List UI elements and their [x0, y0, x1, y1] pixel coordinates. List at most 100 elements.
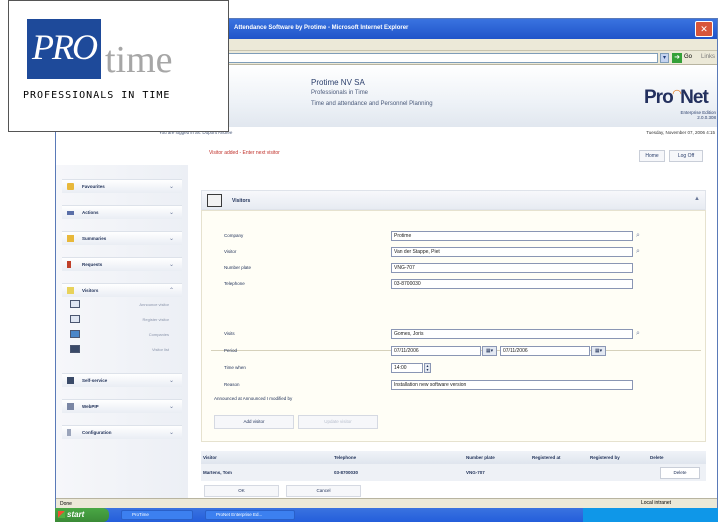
sidebar-item-label: Visitors	[82, 288, 99, 293]
sidebar-subitem-visitor-list[interactable]: Visitor list	[66, 344, 182, 355]
pronet-logo-net: Net	[680, 87, 709, 108]
time-stepper-icon[interactable]: ▲ ▼	[424, 363, 431, 373]
plate-label: Number plate	[224, 265, 252, 270]
chevron-down-icon: ⌄	[168, 430, 174, 436]
company-name: Protime NV SA	[311, 78, 365, 87]
sidebar-item-label: Configuration	[82, 430, 112, 435]
register-visitor-icon	[70, 315, 80, 323]
period-from-field[interactable]: 07/11/2006	[391, 346, 481, 356]
period-to-field[interactable]: 07/11/2006	[500, 346, 590, 356]
sidebar-subitem-companies[interactable]: Companies	[66, 329, 182, 340]
cell-plate: VNG-707	[466, 470, 485, 475]
chevron-down-icon: ⌄	[168, 210, 174, 216]
taskbar-item-pronet[interactable]: ProNet Enterprise Ed...	[205, 510, 295, 520]
address-dropdown-icon[interactable]: ▾	[660, 53, 669, 63]
chevron-down-icon: ⌄	[168, 404, 174, 410]
visitors-panel-body	[201, 210, 706, 442]
add-visitor-button[interactable]: Add visitor	[214, 415, 294, 429]
search-icon[interactable]: ⌕	[636, 329, 645, 338]
sidebar-item-favourites[interactable]: Favourites ⌄	[62, 179, 182, 193]
column-header-visitor: Visitor	[203, 455, 217, 460]
ok-button[interactable]: OK	[204, 485, 279, 497]
pronet-logo: Pro◠Net	[644, 87, 709, 109]
calendar-icon[interactable]: ▦▾	[482, 346, 497, 356]
go-arrow-icon[interactable]: ➜	[672, 53, 682, 63]
address-input[interactable]	[228, 53, 658, 63]
cell-telephone: 03-8700030	[334, 470, 359, 475]
time-field[interactable]: 14:00	[391, 363, 423, 373]
telephone-field[interactable]: 03-8700030	[391, 279, 633, 289]
sidebar-item-requests[interactable]: Requests ⌄	[62, 257, 182, 271]
visitor-grid-header: Visitor Telephone Number plate Registere…	[201, 451, 706, 464]
table-row[interactable]: Martens, Tom 03-8700030 VNG-707	[201, 464, 706, 481]
chevron-down-icon: ⌄	[168, 378, 174, 384]
sidebar-subitem-label: Announce visitor	[139, 302, 169, 307]
pronet-logo-pro: Pro	[644, 87, 674, 108]
links-button[interactable]: Links	[701, 54, 715, 60]
update-visitor-button[interactable]: Update visitor	[298, 415, 378, 429]
sidebar-item-configuration[interactable]: Configuration ⌄	[62, 425, 182, 439]
period-label: Period	[224, 348, 238, 353]
delete-row-button[interactable]: Delete	[660, 467, 700, 479]
sidebar-subitem-register[interactable]: Register visitor	[66, 314, 182, 325]
sidebar-item-summaries[interactable]: Summaries ⌄	[62, 231, 182, 245]
reason-label: Reason	[224, 382, 240, 387]
sidebar-item-label: Favourites	[82, 184, 105, 189]
chevron-down-icon: ⌄	[168, 262, 174, 268]
logoff-button[interactable]: Log Off	[669, 150, 703, 162]
chevron-down-icon: ⌄	[168, 236, 174, 242]
taskbar-item-protime[interactable]: ProTime	[121, 510, 193, 520]
sidebar-subitem-announce[interactable]: Announce visitor	[66, 299, 182, 310]
arrow-icon	[67, 211, 74, 215]
cancel-button[interactable]: Cancel	[286, 485, 361, 497]
visits-field[interactable]: Gomes, Joris	[391, 329, 633, 339]
visitor-list-icon	[70, 345, 80, 353]
visits-label: Visits	[224, 331, 235, 336]
sidebar-item-visitors[interactable]: Visitors ⌃	[62, 283, 182, 297]
time-label: Time when	[224, 365, 246, 370]
start-label: start	[67, 510, 85, 519]
windows-taskbar: start ProTime ProNet Enterprise Ed...	[55, 508, 718, 522]
edition-version: 2.0.0.308	[697, 115, 716, 120]
column-header-registered-by: Registered by	[590, 455, 620, 460]
security-zone: Local intranet	[641, 500, 672, 506]
protime-logo: PRO time PROFESSIONALS IN TIME	[8, 0, 229, 132]
collapse-icon[interactable]: ▲	[694, 196, 700, 202]
close-icon[interactable]: ✕	[695, 21, 713, 37]
logo-tagline: PROFESSIONALS IN TIME	[23, 90, 171, 101]
column-header-delete: Delete	[650, 455, 664, 460]
plate-field[interactable]: VNG-707	[391, 263, 633, 273]
edition-info: Enterprise Edition 2.0.0.308	[658, 110, 716, 120]
telephone-label: Telephone	[224, 281, 245, 286]
company-subtitle: Time and attendance and Personnel Planni…	[311, 101, 433, 107]
sidebar-item-actions[interactable]: Actions ⌄	[62, 205, 182, 219]
visitors-panel-header: Visitors ▲	[201, 190, 706, 210]
logo-pro-text: PRO	[32, 27, 98, 67]
company-field[interactable]: Protime	[391, 231, 633, 241]
visitor-label: Visitor	[224, 249, 237, 254]
reason-field[interactable]: Installation new software version	[391, 380, 633, 390]
webpip-icon	[67, 403, 74, 410]
window-title: Attendance Software by Protime - Microso…	[234, 25, 409, 31]
search-icon[interactable]: ⌕	[636, 247, 645, 256]
sidebar-item-self-service[interactable]: Self-service ⌄	[62, 373, 182, 387]
status-message: Visitor added - Enter next visitor	[209, 150, 280, 156]
home-button[interactable]: Home	[639, 150, 665, 162]
company-label: Company	[224, 233, 244, 238]
announce-visitor-icon	[70, 300, 80, 308]
calendar-icon[interactable]: ▦▾	[591, 346, 606, 356]
chevron-up-icon: ⌃	[168, 288, 174, 294]
company-slogan: Professionals in Time	[311, 90, 369, 96]
tool-icon	[67, 429, 71, 436]
search-icon[interactable]: ⌕	[636, 231, 645, 240]
sidebar-item-label: Actions	[82, 210, 99, 215]
start-button[interactable]: start	[55, 508, 109, 522]
pen-icon	[67, 261, 71, 268]
visitor-field[interactable]: Van der Stappe, Piet	[391, 247, 633, 257]
sidebar-item-webpip[interactable]: WebPIP ⌄	[62, 399, 182, 413]
system-tray	[583, 508, 718, 522]
go-button[interactable]: Go	[684, 54, 692, 60]
summary-icon	[67, 235, 74, 242]
sidebar-item-label: Self-service	[82, 378, 108, 383]
sidebar-item-label: Requests	[82, 262, 103, 267]
